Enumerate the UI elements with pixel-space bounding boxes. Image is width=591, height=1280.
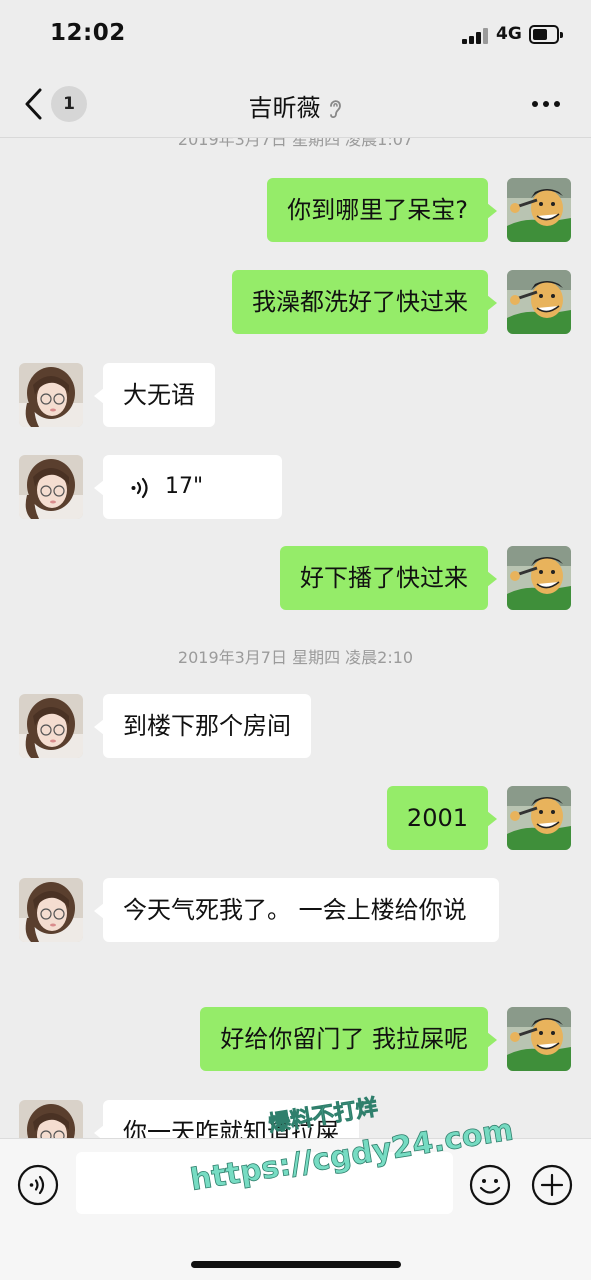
- earpiece-mode-icon: [329, 100, 341, 119]
- message-input[interactable]: [76, 1152, 453, 1214]
- my-avatar[interactable]: [507, 1007, 571, 1071]
- chat-header: 1 吉昕薇: [0, 70, 591, 138]
- battery-icon: [529, 25, 563, 44]
- message-list[interactable]: 2019年3月7日 星期四 凌晨1:07 你到哪里了呆宝? 我澡都洗好了快过来 …: [0, 138, 591, 1138]
- contact-avatar[interactable]: [19, 694, 83, 758]
- network-type: 4G: [496, 24, 522, 44]
- message-bubble-outgoing[interactable]: 你到哪里了呆宝?: [267, 178, 497, 242]
- timestamp-1: 2019年3月7日 星期四 凌晨1:07: [177, 138, 414, 149]
- voice-icon: [17, 1164, 59, 1206]
- message-bubble-outgoing[interactable]: 好下播了快过来: [280, 546, 497, 610]
- more-functions-button[interactable]: [531, 1164, 573, 1206]
- contact-avatar[interactable]: [19, 363, 83, 427]
- message-bubble-incoming[interactable]: 你一天咋就知道拉屎: [94, 1100, 359, 1138]
- cellular-signal-icon: [462, 28, 490, 44]
- message-bubble-outgoing[interactable]: 2001: [386, 786, 498, 850]
- message-bubble-incoming[interactable]: 到楼下那个房间: [94, 694, 311, 758]
- voice-wave-icon: [131, 477, 148, 499]
- my-avatar[interactable]: [507, 178, 571, 242]
- contact-avatar[interactable]: [19, 1100, 83, 1138]
- smiley-icon: [469, 1164, 511, 1206]
- voice-input-button[interactable]: [17, 1164, 59, 1206]
- timestamp-2: 2019年3月7日 星期四 凌晨2:10: [177, 648, 414, 667]
- contact-avatar[interactable]: [19, 455, 83, 519]
- contact-avatar[interactable]: [19, 878, 83, 942]
- message-bubble-incoming[interactable]: 今天气死我了。 一会上楼给你说: [94, 878, 499, 942]
- emoji-button[interactable]: [469, 1164, 511, 1206]
- my-avatar[interactable]: [507, 786, 571, 850]
- home-indicator: [191, 1261, 401, 1268]
- message-bubble-incoming[interactable]: 大无语: [94, 363, 215, 427]
- chat-title: 吉昕薇: [248, 94, 321, 122]
- plus-icon: [531, 1164, 573, 1206]
- chat-title-wrap: 吉昕薇: [0, 88, 591, 123]
- voice-message-bubble[interactable]: 17": [94, 455, 282, 519]
- message-bubble-outgoing[interactable]: 好给你留门了 我拉屎呢: [200, 1007, 497, 1071]
- my-avatar[interactable]: [507, 270, 571, 334]
- status-bar: 12:02 4G: [0, 0, 591, 70]
- status-time: 12:02: [50, 20, 126, 46]
- input-bar: [0, 1138, 591, 1280]
- voice-duration: 17": [165, 474, 204, 499]
- more-options-button[interactable]: [530, 96, 562, 110]
- my-avatar[interactable]: [507, 546, 571, 610]
- message-bubble-outgoing[interactable]: 我澡都洗好了快过来: [232, 270, 497, 334]
